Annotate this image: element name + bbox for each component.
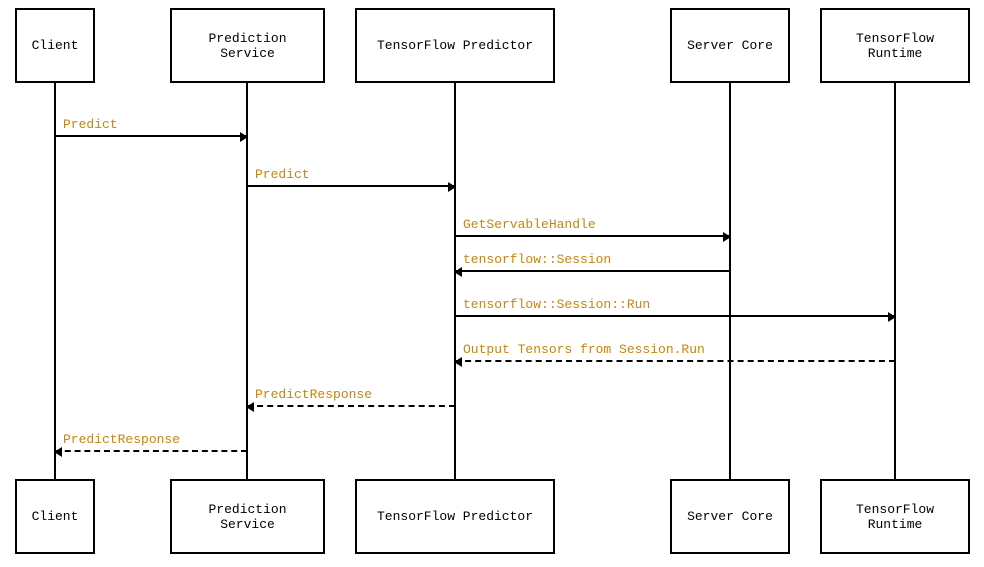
label-output-tensors: Output Tensors from Session.Run	[463, 342, 705, 357]
actor-bottom-prediction-service-bottom: Prediction Service	[170, 479, 325, 554]
arrow-output-tensors	[455, 360, 895, 362]
lifeline-tensorflow-runtime	[894, 83, 896, 479]
label-predict-response1: PredictResponse	[255, 387, 372, 402]
arrow-tensorflow-session	[455, 270, 730, 272]
actor-bottom-client-bottom: Client	[15, 479, 95, 554]
actor-tensorflow-predictor: TensorFlow Predictor	[355, 8, 555, 83]
sequence-diagram: Client Prediction Service TensorFlow Predi…	[0, 0, 984, 567]
label-get-servable: GetServableHandle	[463, 217, 596, 232]
label-tensorflow-session-run: tensorflow::Session::Run	[463, 297, 650, 312]
arrow-tensorflow-session-run	[455, 315, 895, 317]
actor-bottom-tensorflow-predictor-bottom: TensorFlow Predictor	[355, 479, 555, 554]
lifeline-client	[54, 83, 56, 479]
actor-bottom-tensorflow-runtime-bottom: TensorFlow Runtime	[820, 479, 970, 554]
label-predict-response2: PredictResponse	[63, 432, 180, 447]
arrow-predict-response1	[247, 405, 455, 407]
arrow-predict-response2	[55, 450, 247, 452]
label-tensorflow-session: tensorflow::Session	[463, 252, 611, 267]
arrow-predict2	[247, 185, 455, 187]
actor-bottom-server-core-bottom: Server Core	[670, 479, 790, 554]
actor-prediction-service: Prediction Service	[170, 8, 325, 83]
arrow-get-servable	[455, 235, 730, 237]
label-predict1: Predict	[63, 117, 118, 132]
label-predict2: Predict	[255, 167, 310, 182]
actor-client: Client	[15, 8, 95, 83]
lifeline-server-core	[729, 83, 731, 479]
arrow-predict1	[55, 135, 247, 137]
actor-server-core: Server Core	[670, 8, 790, 83]
lifeline-tensorflow-predictor	[454, 83, 456, 479]
lifeline-prediction-service	[246, 83, 248, 479]
actor-tensorflow-runtime: TensorFlow Runtime	[820, 8, 970, 83]
